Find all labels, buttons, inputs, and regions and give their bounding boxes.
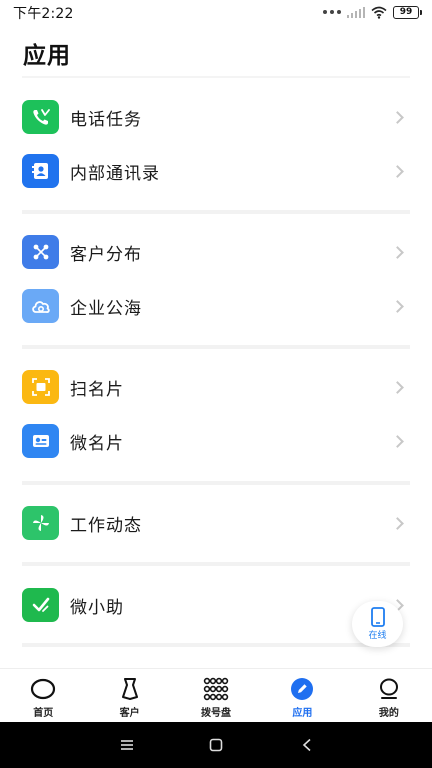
dialpad-icon [203, 677, 229, 701]
phone-task-icon [22, 100, 59, 134]
tab-label: 我的 [378, 708, 399, 719]
system-nav-bar [0, 722, 432, 768]
tab-label: 首页 [33, 708, 54, 719]
mobile-phone-icon [370, 607, 385, 627]
profile-icon [377, 677, 401, 701]
status-bar: 下午2:22 99 [0, 0, 432, 24]
menu-item-label: 工作动态 [70, 515, 142, 536]
menu-item-label: 客户分布 [70, 244, 142, 265]
group-divider [22, 345, 410, 349]
online-status-label: 在线 [368, 631, 387, 641]
signal-strength-icon [346, 6, 365, 18]
back-button[interactable] [292, 732, 322, 758]
cloud-icon [22, 289, 59, 323]
group-divider [22, 643, 410, 647]
menu-button[interactable] [112, 732, 142, 758]
network-nodes-icon [22, 235, 59, 269]
group-divider [22, 210, 410, 214]
tab-customers[interactable]: 客户 [86, 669, 172, 722]
home-square-icon [209, 738, 223, 752]
menu-item-phone-task[interactable]: 电话任务 [0, 90, 432, 144]
pinwheel-icon [22, 506, 59, 540]
chevron-right-icon [391, 299, 404, 313]
menu-item-label: 企业公海 [70, 298, 142, 319]
scan-icon [22, 370, 59, 404]
group-divider [22, 562, 410, 566]
menu-item-micro-card[interactable]: 微名片 [0, 414, 432, 468]
menu-item-label: 电话任务 [70, 109, 142, 130]
chevron-right-icon [391, 110, 404, 124]
customer-icon [119, 677, 141, 701]
header-divider [22, 76, 410, 78]
contacts-book-icon [22, 154, 59, 188]
id-card-icon [22, 424, 59, 458]
back-arrow-icon [302, 738, 311, 752]
tab-label: 拨号盘 [201, 708, 232, 719]
page-title: 应用 [23, 43, 71, 69]
menu-item-internal-contacts[interactable]: 内部通讯录 [0, 144, 432, 198]
tab-label: 客户 [119, 708, 140, 719]
chevron-right-icon [391, 516, 404, 530]
menu-item-label: 微小助 [70, 597, 124, 618]
check-assistant-icon [22, 588, 59, 622]
wifi-icon [371, 6, 387, 19]
menu-lines-icon [121, 740, 133, 750]
apps-pen-icon [289, 677, 315, 701]
menu-item-work-updates[interactable]: 工作动态 [0, 496, 432, 550]
tab-dialpad[interactable]: 拨号盘 [173, 669, 259, 722]
menu-item-label: 微名片 [70, 433, 124, 454]
chevron-right-icon [391, 245, 404, 259]
status-time: 下午2:22 [13, 6, 74, 22]
chevron-right-icon [391, 380, 404, 394]
status-icons: 99 [322, 4, 422, 20]
more-dots-icon [322, 10, 341, 14]
menu-item-scan-card[interactable]: 扫名片 [0, 360, 432, 414]
menu-item-customer-distribution[interactable]: 客户分布 [0, 225, 432, 279]
menu-item-label: 扫名片 [70, 379, 124, 400]
online-status-button[interactable]: 在线 [352, 601, 403, 647]
tab-home[interactable]: 首页 [0, 669, 86, 722]
chevron-right-icon [391, 434, 404, 448]
chevron-right-icon [391, 164, 404, 178]
group-divider [22, 481, 410, 485]
menu-item-label: 内部通讯录 [70, 163, 160, 184]
home-button[interactable] [201, 732, 231, 758]
tab-profile[interactable]: 我的 [346, 669, 432, 722]
menu-item-enterprise-pool[interactable]: 企业公海 [0, 279, 432, 333]
tab-apps[interactable]: 应用 [259, 669, 345, 722]
tab-label: 应用 [292, 708, 313, 719]
bottom-nav: 首页 客户 拨号盘 应用 我的 [0, 668, 432, 722]
home-circle-icon [30, 677, 56, 701]
battery-indicator: 99 [393, 5, 422, 19]
